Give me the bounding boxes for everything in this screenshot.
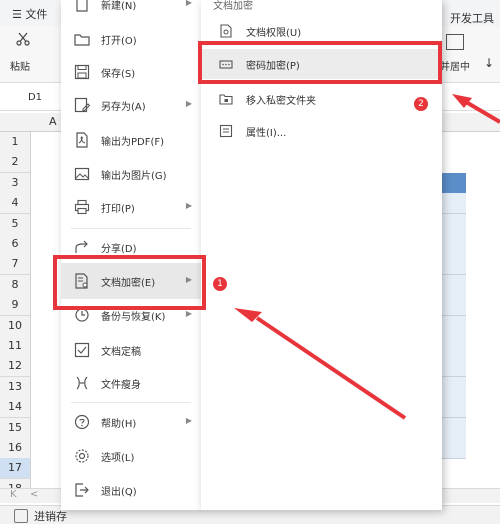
annotation-arrows: [234, 94, 500, 420]
arrow-one: [255, 316, 407, 420]
arrow-two: [464, 100, 500, 124]
